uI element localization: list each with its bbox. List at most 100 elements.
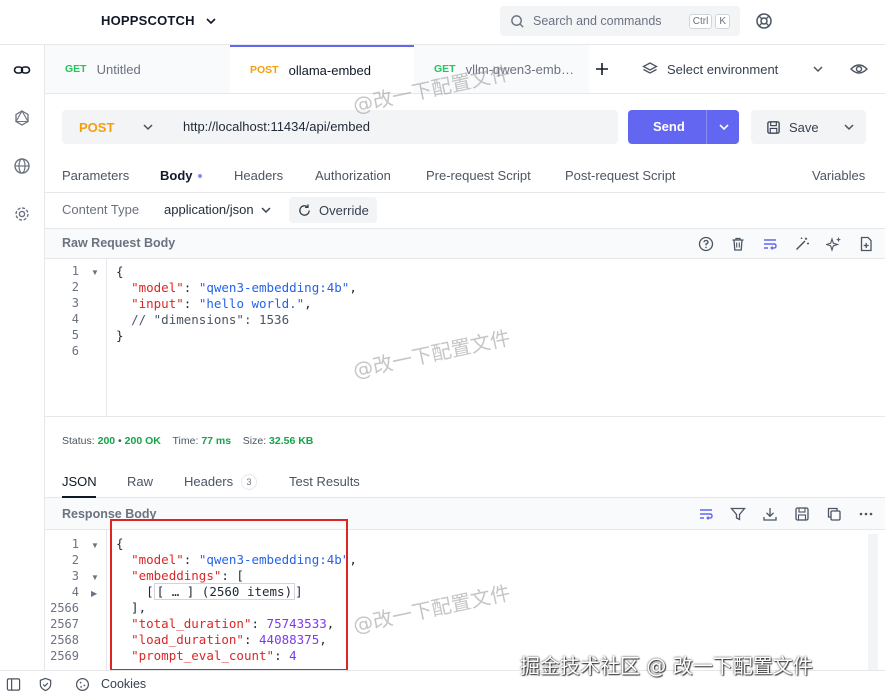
clear-body-button[interactable]: [729, 235, 747, 253]
gear-icon: [15, 207, 29, 221]
brand-name: HOPPSCOTCH: [101, 13, 195, 28]
tab-method: GET: [65, 63, 87, 75]
fold-down-icon[interactable]: ▼: [91, 573, 99, 582]
content-type-select[interactable]: application/json: [164, 202, 272, 217]
tab-parameters[interactable]: Parameters: [62, 168, 129, 183]
response-body-label: Response Body: [62, 507, 157, 521]
code-line: "model": "qwen3-embedding:4b",: [131, 552, 357, 567]
chevron-down-icon: [206, 17, 216, 24]
tab-json[interactable]: JSON: [62, 474, 97, 489]
line-number: 2569: [50, 649, 79, 663]
request-line-gutter: 1 ▼ 2 3 4 5 6: [45, 259, 107, 416]
body-modified-dot: [198, 174, 202, 178]
url-input[interactable]: http://localhost:11434/api/embed: [183, 119, 370, 134]
line-number: 2: [71, 553, 79, 567]
send-divider: [706, 110, 707, 144]
line-number: 6: [71, 344, 79, 358]
graphql-nav-button[interactable]: [12, 108, 32, 128]
code-line: "total_duration": 75743533,: [131, 616, 335, 631]
line-number: 2: [71, 280, 79, 294]
line-number: 1: [71, 537, 79, 551]
json-comment: // "dimensions": 1536: [131, 312, 290, 327]
save-icon: [767, 120, 780, 134]
collapsed-array-badge[interactable]: [ … ] (2560 items): [153, 583, 296, 600]
tab-test-results[interactable]: Test Results: [289, 474, 360, 489]
save-button[interactable]: Save: [751, 110, 866, 144]
download-button[interactable]: [761, 505, 779, 523]
tab-pre-request-script[interactable]: Pre-request Script: [426, 168, 531, 183]
override-button[interactable]: Override: [289, 197, 377, 223]
send-options-button[interactable]: [718, 121, 730, 136]
tab-body[interactable]: Body: [160, 168, 193, 183]
cookies-label[interactable]: Cookies: [101, 677, 146, 691]
globe-icon: [14, 158, 30, 174]
response-scrollbar[interactable]: [868, 534, 878, 670]
search-bar[interactable]: Search and commands Ctrl K: [500, 6, 740, 36]
environment-selector[interactable]: Select environment: [642, 45, 824, 93]
environment-quick-peek-button[interactable]: [850, 61, 868, 80]
ai-assist-button[interactable]: [825, 235, 843, 253]
status-label: Status:: [62, 435, 95, 447]
fold-right-icon[interactable]: ▶: [91, 589, 97, 598]
watermark-credit: 掘金技术社区 @ 改一下配置文件: [520, 654, 813, 678]
refresh-icon: [299, 203, 310, 216]
tab-untitled[interactable]: GET Untitled: [45, 45, 230, 93]
filter-icon: [730, 507, 746, 521]
more-options-button[interactable]: [857, 505, 875, 523]
chevron-down-icon: [813, 66, 823, 73]
save-example-button[interactable]: [793, 505, 811, 523]
line-number: 2567: [50, 617, 79, 631]
wrap-text-icon: [700, 509, 713, 520]
link-icon: [13, 66, 31, 74]
status-code: 200: [97, 435, 116, 447]
tab-variables[interactable]: Variables: [812, 168, 865, 183]
code-line: "model": "qwen3-embedding:4b",: [131, 280, 357, 295]
request-tabs-divider: [45, 192, 885, 193]
fold-down-icon[interactable]: ▼: [91, 268, 99, 277]
code-line: "input": "hello world.",: [131, 296, 312, 311]
realtime-nav-button[interactable]: [12, 156, 32, 176]
json-key: "embeddings": [131, 568, 222, 583]
code-line: "load_duration": 44088375,: [131, 632, 327, 647]
content-type-label: Content Type: [62, 202, 140, 217]
pane-divider[interactable]: [45, 416, 885, 417]
sidebar-icon: [6, 678, 21, 691]
status-text: 200 OK: [124, 435, 161, 447]
plus-icon: [596, 63, 608, 75]
send-button[interactable]: Send: [628, 110, 739, 144]
rest-nav-button[interactable]: [12, 60, 32, 80]
tab-raw[interactable]: Raw: [127, 474, 153, 489]
line-number: 3: [71, 296, 79, 310]
tab-post-request-script[interactable]: Post-request Script: [565, 168, 676, 183]
filter-button[interactable]: [729, 505, 747, 523]
response-wrap-button[interactable]: [697, 505, 715, 523]
cookie-icon: [75, 677, 90, 692]
interceptor-button[interactable]: [38, 677, 53, 695]
line-wrap-button[interactable]: [761, 235, 779, 253]
json-number: 44088375: [259, 632, 320, 647]
json-key: "model": [131, 280, 184, 295]
method-select[interactable]: POST: [62, 110, 167, 144]
tab-authorization[interactable]: Authorization: [315, 168, 391, 183]
prettify-button[interactable]: [793, 235, 811, 253]
tab-response-headers[interactable]: Headers: [184, 474, 233, 489]
tab-headers[interactable]: Headers: [234, 168, 283, 183]
import-file-button[interactable]: [857, 235, 875, 253]
toggle-sidebar-button[interactable]: [6, 677, 21, 695]
new-tab-button[interactable]: [595, 45, 615, 93]
settings-nav-button[interactable]: [12, 204, 32, 224]
tab-method: POST: [250, 64, 279, 76]
copy-button[interactable]: [825, 505, 843, 523]
code-line: ],: [116, 600, 147, 615]
code-line: {: [116, 536, 124, 551]
line-number: 2568: [50, 633, 79, 647]
help-button[interactable]: [697, 235, 715, 253]
line-number: 5: [71, 328, 79, 342]
workspace-switcher[interactable]: HOPPSCOTCH: [101, 13, 217, 28]
fold-down-icon[interactable]: ▼: [91, 541, 99, 550]
line-number: 4: [71, 312, 79, 326]
cookies-button[interactable]: [75, 677, 90, 695]
support-button[interactable]: [755, 12, 773, 33]
chevron-down-icon: [143, 124, 153, 131]
json-key: "prompt_eval_count": [131, 648, 275, 663]
